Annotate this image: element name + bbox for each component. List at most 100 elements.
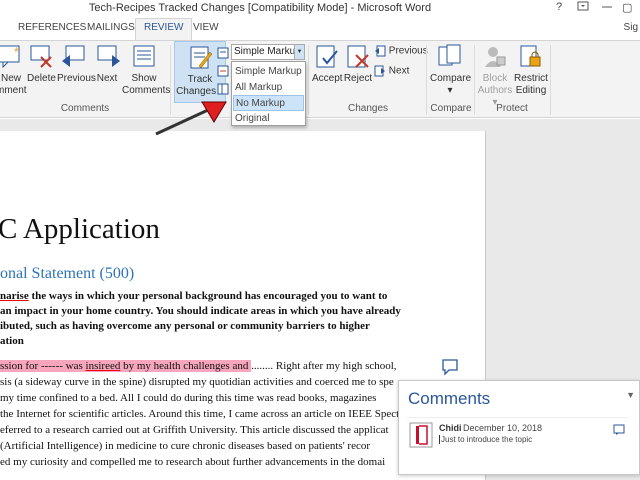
previous-comment-button[interactable]: Previous [57,43,96,85]
document-title: C Application [0,213,160,245]
group-divider [474,45,475,115]
compare-icon [438,44,461,66]
bold-line-3: ibuted, such as having overcome any pers… [0,320,370,332]
comment-entry[interactable]: Chidi December 10, 2018 Just to introduc… [407,417,629,451]
pane-options-icon[interactable]: ▼ [626,390,635,400]
track-changes-icon [190,46,213,69]
restrict-editing-label-2: Editing [515,85,547,96]
compare-button[interactable]: Compare ▾ [430,43,472,97]
hl-part-3: by my health challenges and [120,360,252,372]
group-divider [426,45,427,115]
bold-line-1-rest: the ways in which your personal backgrou… [28,290,388,302]
menu-item-no-markup[interactable]: No Markup [233,95,304,111]
reject-button[interactable]: Reject [343,43,373,85]
hl-part-1: ssion for ------ was [0,360,86,372]
delete-comment-button[interactable]: Delete [27,43,56,85]
menu-item-all-markup[interactable]: All Markup [233,80,304,96]
group-divider [550,45,551,115]
delete-label: Delete [27,73,56,84]
tab-review[interactable]: REVIEW [135,18,193,41]
previous-change-button[interactable]: Previous [374,45,428,57]
next-change-button[interactable]: Next [374,65,409,77]
comments-pane: Comments ▼ Chidi December 10, 2018 Just … [398,380,640,475]
body-line: the Internet for scientific articles. Ar… [0,408,400,420]
restore-button[interactable]: ▢ [622,1,632,14]
accept-icon [316,45,338,68]
compare-group-label: Compare [430,103,472,114]
minimize-icon[interactable] [601,1,613,14]
tab-mailings[interactable]: MAILINGS [87,22,135,33]
comment-date: December 10, 2018 [463,423,543,433]
previous-comment-icon [62,45,85,67]
previous-change-label: Previous [388,45,428,57]
new-comment-icon: * [0,45,20,69]
block-authors-label-1: Block [482,73,508,84]
new-comment-button[interactable]: * New mment [0,43,27,97]
ribbon-display-options-icon[interactable] [577,1,589,14]
block-authors-icon [485,47,506,67]
sign-in-link[interactable]: Sig [624,22,638,33]
markup-combo-value: Simple Markup [234,46,301,57]
show-comments-button[interactable]: Show Comments [122,43,170,97]
display-markup-icon[interactable] [217,47,229,62]
accept-button[interactable]: Accept [312,43,343,85]
pointer-arrow [155,101,227,136]
body-line: ed my curiosity and compelled me to rese… [0,456,386,468]
block-authors-label-2: Authors [477,85,513,96]
changes-group-label: Changes [347,103,389,114]
menu-item-simple-markup[interactable]: Simple Markup [233,64,304,80]
show-comments-label-2: Comments [122,85,171,96]
body-line: eferred to a research carried out at Gri… [0,424,389,436]
comment-balloon-icon[interactable] [441,358,459,379]
display-for-review-select[interactable]: Simple Markup ▼ [231,44,305,60]
window-title: Tech-Recipes Tracked Changes [Compatibil… [88,2,432,14]
restrict-editing-icon [520,45,541,67]
compare-label: Compare [430,73,472,84]
reject-icon [347,45,369,68]
svg-text:*: * [14,45,19,59]
next-comment-button[interactable]: Next [94,43,120,85]
bold-line-2: an impact in your home country. You shou… [0,305,401,317]
next-change-label: Next [388,65,410,77]
ribbon-tabs: REFERENCES MAILINGS REVIEW VIEW Sig [0,18,640,41]
misspelled-word: narise [0,290,29,302]
next-comment-icon [97,45,120,67]
reply-icon[interactable] [613,424,625,436]
hl-misspelled: insireed [85,360,121,372]
tab-view[interactable]: VIEW [193,22,219,33]
title-bar: Tech-Recipes Tracked Changes [Compatibil… [0,0,640,18]
body-line: (Artificial Intelligence) in medicine to… [0,440,371,452]
menu-item-original[interactable]: Original [233,111,304,127]
help-button[interactable]: ? [556,1,562,13]
bold-line-4: ation [0,335,24,347]
previous-comment-label: Previous [57,73,96,84]
body-line: sis (a sideway curve in the spine) disru… [0,376,394,388]
chevron-down-icon[interactable]: ▼ [294,45,304,59]
restrict-editing-label-1: Restrict [514,73,548,84]
previous-change-icon [375,45,386,57]
highlighted-text: ssion for ------ was insireed by my heal… [0,360,252,372]
show-comments-icon [133,45,155,67]
restrict-editing-button[interactable]: Restrict Editing [513,43,549,97]
new-comment-label-1: New [0,73,21,84]
ribbon: * New mment Delete Previous Next Show Co… [0,40,640,118]
next-change-icon [374,65,385,77]
comment-author: Chidi [439,423,462,433]
highlighted-line: ssion for ------ was insireed by my heal… [0,358,418,374]
delete-comment-icon [30,45,52,68]
new-comment-label-2: mment [0,85,27,96]
comments-pane-title: Comments [408,389,491,408]
tab-references[interactable]: REFERENCES [18,22,86,33]
show-markup-icon[interactable] [217,65,229,80]
avatar-icon [409,422,433,448]
show-comments-label-1: Show [131,73,157,84]
body-line: my time confined to a bed. All I could d… [0,392,377,404]
after-highlight-text: ........ Right after my high school, [251,360,397,372]
accept-label: Accept [312,73,343,84]
group-divider [308,45,309,115]
block-authors-button[interactable]: Block Authors ▾ [476,43,514,109]
protect-group-label: Protect [496,103,528,114]
document-heading: onal Statement (500) [0,265,135,282]
comment-text[interactable]: Just to introduce the topic [439,435,532,444]
reject-label: Reject [343,73,373,84]
